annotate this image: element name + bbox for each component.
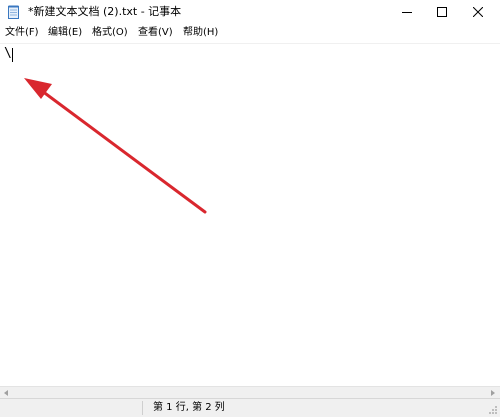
menu-bar: 文件(F) 编辑(E) 格式(O) 查看(V) 帮助(H): [0, 24, 500, 44]
status-divider: [142, 401, 143, 415]
maximize-icon: [437, 7, 447, 17]
menu-file[interactable]: 文件(F): [3, 26, 41, 40]
close-button[interactable]: [461, 0, 495, 24]
menu-edit[interactable]: 编辑(E): [46, 26, 84, 40]
red-arrow-annotation: [24, 78, 207, 214]
cursor-position: 第 1 行, 第 2 列: [153, 402, 225, 413]
window-title: *新建文本文档 (2).txt - 记事本: [28, 5, 182, 18]
arrow-shaft: [36, 86, 207, 214]
menu-view[interactable]: 查看(V): [136, 26, 175, 40]
text-editor-area[interactable]: \: [0, 44, 500, 386]
scroll-right-icon[interactable]: [489, 389, 497, 397]
notepad-icon: [8, 5, 19, 19]
menu-format[interactable]: 格式(O): [90, 26, 130, 40]
title-bar[interactable]: *新建文本文档 (2).txt - 记事本: [0, 0, 500, 24]
resize-grip-icon[interactable]: [488, 405, 498, 415]
close-icon: [473, 7, 483, 17]
scroll-left-icon[interactable]: [2, 389, 10, 397]
minimize-button[interactable]: [390, 0, 424, 24]
minimize-icon: [402, 12, 412, 13]
status-bar: 第 1 行, 第 2 列: [0, 398, 500, 417]
menu-help[interactable]: 帮助(H): [181, 26, 220, 40]
maximize-button[interactable]: [425, 0, 459, 24]
